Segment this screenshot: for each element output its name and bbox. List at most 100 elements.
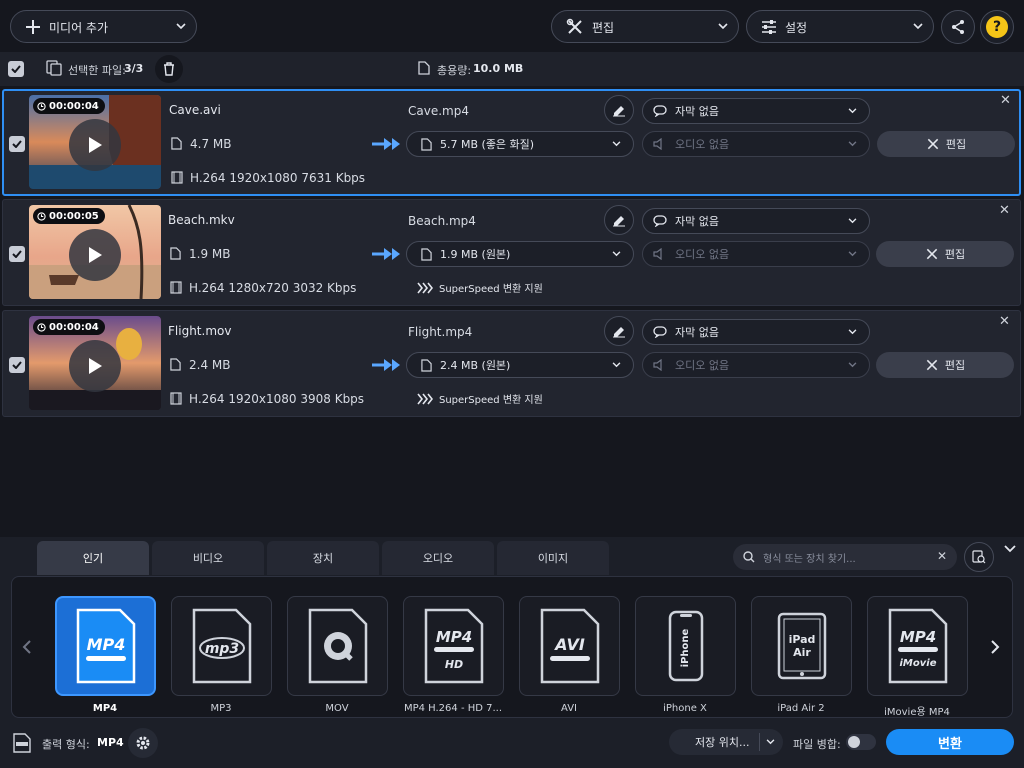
video-thumbnail[interactable]: 00:00:04 (29, 316, 161, 410)
clear-search-icon[interactable]: ✕ (937, 549, 947, 563)
format-label: MP3 (210, 703, 232, 714)
audio-dropdown[interactable]: 오디오 없음 (642, 131, 870, 157)
merge-files-toggle[interactable] (846, 734, 876, 750)
rename-button[interactable] (604, 205, 634, 235)
chevron-down-icon (176, 23, 186, 30)
file-checkbox[interactable] (9, 246, 25, 262)
format-mp4[interactable]: MP4 (55, 596, 156, 696)
file-checkbox[interactable] (9, 357, 25, 373)
tools-icon (927, 138, 939, 150)
svg-text:Air: Air (793, 646, 811, 659)
tab-audio[interactable]: 오디오 (382, 541, 494, 575)
gear-icon (136, 736, 150, 750)
output-filename: Flight.mp4 (408, 325, 473, 339)
chevron-down-icon (848, 108, 857, 114)
rename-button[interactable] (604, 95, 634, 125)
tab-images[interactable]: 이미지 (497, 541, 609, 575)
find-device-button[interactable] (964, 542, 994, 572)
play-icon (89, 247, 102, 263)
file-icon (421, 137, 432, 151)
format-search-field[interactable]: 형식 또는 장치 찾기... ✕ (733, 544, 957, 570)
chevron-down-icon (612, 362, 621, 368)
subtitle-dropdown[interactable]: 자막 없음 (642, 98, 870, 124)
chevron-down-icon (612, 141, 621, 147)
edit-menu-label: 편집 (592, 21, 615, 35)
duration-text: 00:00:04 (49, 321, 99, 333)
settings-menu-button[interactable]: 설정 (746, 10, 934, 43)
chevron-right-icon[interactable] (990, 640, 1000, 654)
format-ipad-air-2[interactable]: iPad Air (751, 596, 852, 696)
toggle-knob (848, 736, 860, 748)
play-button[interactable] (69, 119, 121, 171)
file-icon (170, 358, 181, 371)
source-video-info: H.264 1280x720 3032 Kbps (189, 281, 357, 295)
collapse-panel-icon[interactable] (1004, 545, 1016, 553)
video-thumbnail[interactable]: 00:00:05 (29, 205, 161, 299)
remove-file-button[interactable]: ✕ (999, 314, 1010, 329)
play-button[interactable] (69, 229, 121, 281)
chevron-left-icon[interactable] (22, 640, 32, 654)
subtitle-dropdown[interactable]: 자막 없음 (642, 208, 870, 234)
superspeed-text: SuperSpeed 변환 지원 (439, 395, 543, 406)
file-icon (171, 137, 182, 150)
audio-dropdown[interactable]: 오디오 없음 (642, 352, 870, 378)
superspeed-badge: SuperSpeed 변환 지원 (417, 280, 543, 295)
file-row[interactable]: 00:00:04 Flight.mov 2.4 MB H.264 1920x10… (2, 310, 1021, 417)
file-checkbox[interactable] (9, 136, 25, 152)
format-avi[interactable]: AVI (519, 596, 620, 696)
format-mp4-hd[interactable]: MP4 HD (403, 596, 504, 696)
edit-file-button[interactable]: 편집 (876, 241, 1014, 267)
output-settings-button[interactable] (128, 728, 158, 758)
delete-button[interactable] (155, 55, 183, 83)
convert-arrow-icon (372, 137, 400, 151)
merge-files-label: 파일 병합: (793, 738, 841, 751)
svg-text:iMovie: iMovie (899, 658, 936, 669)
play-button[interactable] (69, 340, 121, 392)
format-iphone-x[interactable]: iPhone (635, 596, 736, 696)
iphone-icon: iPhone (668, 610, 703, 682)
remove-file-button[interactable]: ✕ (999, 203, 1010, 218)
edit-menu-button[interactable]: 편집 (551, 10, 739, 43)
output-size-dropdown[interactable]: 2.4 MB (원본) (406, 352, 634, 378)
audio-dropdown[interactable]: 오디오 없음 (642, 241, 870, 267)
source-filename: Flight.mov (168, 324, 232, 338)
chevron-down-icon (848, 362, 857, 368)
mp4-badge-text: MP4 (86, 635, 125, 654)
svg-text:iPad: iPad (788, 633, 815, 646)
ipad-icon: iPadAir (777, 612, 826, 680)
source-size: 2.4 MB (189, 358, 231, 372)
format-mp3[interactable]: mp3 (171, 596, 272, 696)
edit-file-button[interactable]: 편집 (876, 352, 1014, 378)
file-icon (421, 358, 432, 372)
top-toolbar: 미디어 추가 편집 설정 ? (0, 0, 1024, 52)
speech-bubble-icon (653, 215, 667, 227)
rename-button[interactable] (604, 316, 634, 346)
tab-popular[interactable]: 인기 (37, 541, 149, 575)
pencil-icon (613, 106, 625, 117)
convert-button[interactable]: 변환 (886, 729, 1014, 755)
format-imovie-mp4[interactable]: MP4 iMovie (867, 596, 968, 696)
add-media-button[interactable]: 미디어 추가 (10, 10, 197, 43)
subtitle-dropdown[interactable]: 자막 없음 (642, 319, 870, 345)
tab-video[interactable]: 비디오 (152, 541, 264, 575)
file-row[interactable]: 00:00:05 Beach.mkv 1.9 MB H.264 1280x720… (2, 199, 1021, 306)
video-thumbnail[interactable]: 00:00:04 (29, 95, 161, 189)
file-icon (418, 61, 430, 75)
chevron-down-icon[interactable] (766, 739, 775, 745)
share-button[interactable] (941, 10, 975, 44)
chevron-down-icon (848, 218, 857, 224)
imovie-badge-text: MP4 (899, 628, 935, 646)
help-button[interactable]: ? (980, 10, 1014, 44)
source-filename: Beach.mkv (168, 213, 235, 227)
select-all-checkbox[interactable] (8, 61, 24, 77)
format-mov[interactable] (287, 596, 388, 696)
format-label: iPad Air 2 (777, 703, 825, 714)
tab-devices[interactable]: 장치 (267, 541, 379, 575)
edit-file-button[interactable]: 편집 (877, 131, 1015, 157)
output-size-dropdown[interactable]: 5.7 MB (좋은 화질) (406, 131, 634, 157)
remove-file-button[interactable]: ✕ (1000, 93, 1011, 108)
output-size-dropdown[interactable]: 1.9 MB (원본) (406, 241, 634, 267)
video-stream-icon (171, 171, 183, 184)
save-location-button[interactable]: 저장 위치... (669, 729, 783, 755)
file-row[interactable]: 00:00:04 Cave.avi 4.7 MB H.264 1920x1080… (2, 89, 1021, 196)
